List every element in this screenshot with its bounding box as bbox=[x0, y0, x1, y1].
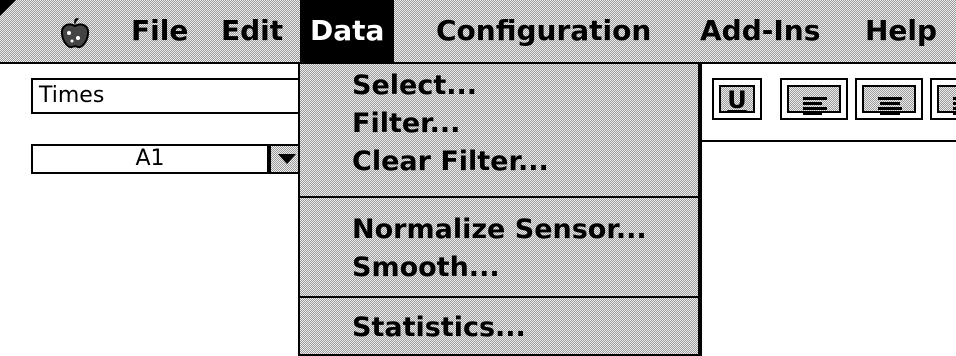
menu-item-smooth[interactable]: Smooth... bbox=[352, 248, 500, 288]
menu-configuration[interactable]: Configuration bbox=[436, 0, 651, 62]
triangle-down-icon bbox=[278, 154, 296, 164]
apple-logo-icon[interactable] bbox=[58, 16, 92, 50]
menu-item-normalize-sensor[interactable]: Normalize Sensor... bbox=[352, 210, 647, 250]
align-right-icon bbox=[937, 85, 956, 115]
menu-data[interactable]: Data bbox=[300, 0, 395, 62]
menu-item-select[interactable]: Select... bbox=[352, 66, 477, 106]
menu-item-statistics[interactable]: Statistics... bbox=[352, 308, 526, 348]
font-name-field[interactable]: Times bbox=[31, 78, 303, 114]
menu-add-ins[interactable]: Add-Ins bbox=[700, 0, 820, 62]
menu-help[interactable]: Help bbox=[865, 0, 937, 62]
align-center-button[interactable] bbox=[855, 78, 923, 120]
menu-separator bbox=[300, 296, 698, 298]
menu-edit[interactable]: Edit bbox=[221, 0, 283, 62]
align-left-button[interactable] bbox=[780, 78, 848, 120]
underline-label: U bbox=[727, 86, 747, 114]
menu-separator bbox=[300, 196, 698, 198]
window-corner-icon bbox=[0, 0, 16, 16]
formula-bar-divider bbox=[700, 140, 956, 142]
menu-file[interactable]: File bbox=[131, 0, 188, 62]
align-right-button[interactable] bbox=[930, 78, 956, 120]
align-center-icon bbox=[862, 85, 916, 115]
align-left-icon bbox=[787, 85, 841, 115]
menu-item-filter[interactable]: Filter... bbox=[352, 104, 460, 144]
cell-reference-field[interactable]: A1 bbox=[31, 144, 269, 174]
data-menu-dropdown: Select... Filter... Clear Filter... Norm… bbox=[298, 62, 702, 356]
underline-button[interactable]: U bbox=[712, 78, 762, 120]
menu-bar: File Edit Data Configuration Add-Ins Hel… bbox=[0, 0, 956, 64]
menu-item-clear-filter[interactable]: Clear Filter... bbox=[352, 142, 549, 182]
